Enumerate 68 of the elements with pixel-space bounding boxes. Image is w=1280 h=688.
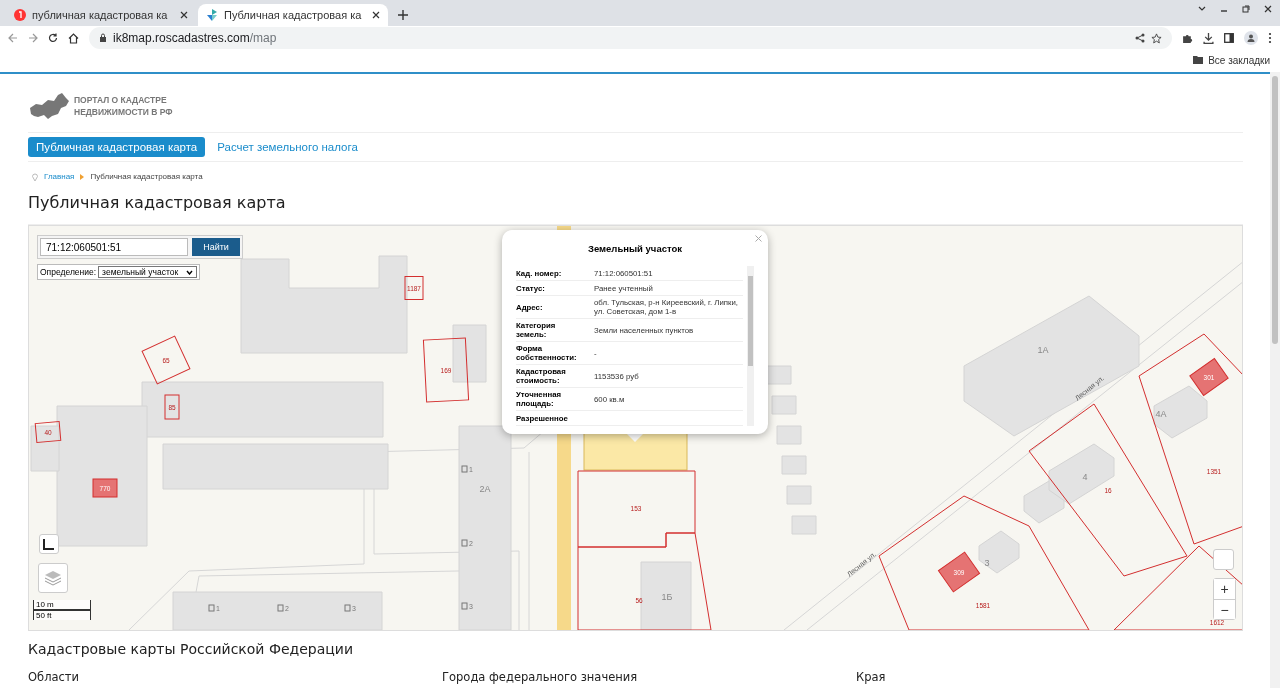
building: 3 [978,530,1020,574]
cadastral-number-input[interactable]: 71:12:060501:51 [40,238,188,256]
portal-logo-text[interactable]: ПОРТАЛ О КАДАСТРЕ НЕДВИЖИМОСТИ В РФ [74,94,173,118]
new-tab-icon[interactable] [398,10,408,20]
building [771,395,797,415]
building [776,425,802,445]
download-icon[interactable] [1203,32,1214,44]
building [766,365,792,385]
find-button[interactable]: Найти [192,238,240,256]
section-title: Кадастровые карты Российской Федерации [28,641,355,657]
close-icon[interactable] [372,11,380,19]
scale-bar: 10 m [33,600,91,610]
avatar-icon[interactable] [1244,31,1258,45]
door-icon [277,604,284,612]
location-pin-icon [32,172,38,181]
close-icon[interactable] [1264,5,1272,13]
popup-pointer [627,434,643,442]
browser-tab[interactable]: публичная кадастровая ка [6,4,196,26]
search-engine-icon [14,9,26,21]
nav-tab[interactable]: Расчет земельного налога [209,137,366,157]
door-icon [461,465,468,473]
forward-icon[interactable] [28,33,38,43]
menu-icon[interactable] [1268,32,1272,44]
building [791,515,817,535]
nav-tab[interactable]: Публичная кадастровая карта [28,137,206,157]
door-icon [208,604,215,612]
site-logo-icon [206,9,218,21]
share-icon[interactable] [1135,33,1145,43]
chevron-down-icon[interactable] [1198,5,1206,13]
column-heading: Края [856,670,887,684]
ruler-icon [43,538,55,550]
door-icon [461,602,468,610]
page-scrollbar[interactable] [1270,72,1280,688]
definition-label: Определение: [40,267,97,277]
browser-tab[interactable]: Публичная кадастровая ка [198,4,388,26]
star-icon[interactable] [1151,32,1162,44]
folder-icon [1193,56,1204,64]
puzzle-icon[interactable] [1182,32,1193,44]
lock-icon [99,33,107,43]
building [452,324,487,383]
address-bar[interactable]: ik8map.roscadastres.com/map [89,27,1172,49]
bookmarks-link[interactable]: Все закладки [1208,54,1270,66]
measure-button[interactable] [39,534,59,554]
scrollbar[interactable] [747,266,754,426]
column-heading: Города федерального значения [442,670,639,684]
definition-select[interactable]: земельный участок [98,266,198,278]
close-icon[interactable] [180,11,188,19]
door-icon [461,539,468,547]
scale-bar: 50 ft [33,610,91,620]
caret-icon [80,173,85,180]
home-icon[interactable] [68,32,79,44]
russia-map-logo [28,92,70,120]
zoom-out-button[interactable]: − [1214,599,1235,619]
restore-icon[interactable] [1242,5,1250,13]
breadcrumb-link[interactable]: Главная [44,172,75,181]
chevron-down-icon [186,269,194,275]
breadcrumb-current: Публичная кадастровая карта [90,172,203,181]
popup-title: Земельный участок [586,243,684,254]
door-icon [344,604,351,612]
reload-icon[interactable] [48,33,58,43]
sidebar-icon[interactable] [1224,33,1234,43]
layers-icon [44,570,62,586]
building [781,455,807,475]
building: 4А [1153,385,1208,439]
url-text: ik8map.roscadastres.com/map [113,31,277,45]
building [786,485,812,505]
column-heading: Области [28,670,81,684]
back-icon[interactable] [8,33,18,43]
